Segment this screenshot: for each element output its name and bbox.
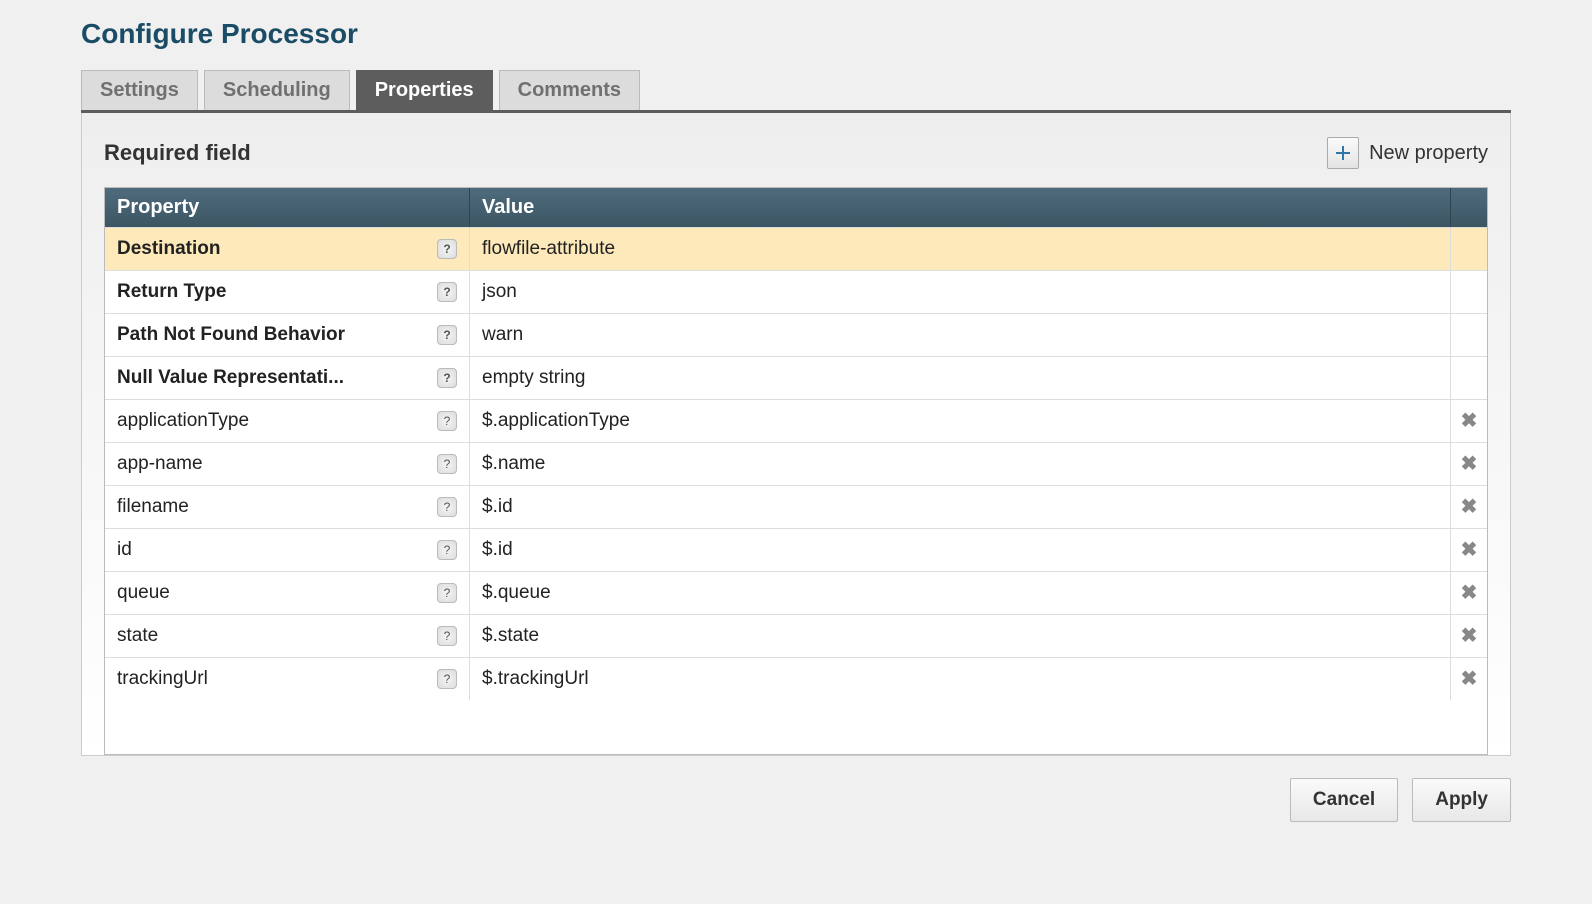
properties-panel: Required field New property Property Val… [81, 113, 1511, 756]
property-name-cell: filename ? [105, 486, 470, 528]
property-name: Null Value Representati... [117, 367, 429, 389]
column-header-property: Property [105, 188, 470, 227]
tab-bar: Settings Scheduling Properties Comments [81, 70, 1511, 113]
property-name-cell: applicationType ? [105, 400, 470, 442]
new-property-label: New property [1369, 142, 1488, 165]
new-property-button[interactable]: New property [1327, 137, 1488, 169]
property-name-cell: trackingUrl ? [105, 658, 470, 700]
help-icon[interactable]: ? [437, 239, 457, 259]
property-value-cell[interactable]: $.queue [470, 572, 1451, 614]
property-name: app-name [117, 453, 429, 475]
property-value-cell[interactable]: flowfile-attribute [470, 228, 1451, 270]
help-icon[interactable]: ? [437, 626, 457, 646]
tab-settings[interactable]: Settings [81, 70, 198, 110]
delete-icon[interactable]: ✖ [1461, 454, 1478, 474]
help-icon[interactable]: ? [437, 282, 457, 302]
tab-scheduling[interactable]: Scheduling [204, 70, 350, 110]
property-action-cell: ✖ [1451, 572, 1487, 614]
delete-icon[interactable]: ✖ [1461, 626, 1478, 646]
table-row[interactable]: id ? $.id ✖ [105, 528, 1487, 571]
delete-icon[interactable]: ✖ [1461, 540, 1478, 560]
table-row[interactable]: Path Not Found Behavior ? warn [105, 313, 1487, 356]
property-name: state [117, 625, 429, 647]
column-header-value: Value [470, 188, 1451, 227]
table-row[interactable]: state ? $.state ✖ [105, 614, 1487, 657]
table-header: Property Value [105, 188, 1487, 227]
property-action-cell [1451, 271, 1487, 313]
table-row[interactable]: applicationType ? $.applicationType ✖ [105, 399, 1487, 442]
tab-comments[interactable]: Comments [499, 70, 640, 110]
table-row[interactable]: trackingUrl ? $.trackingUrl ✖ [105, 657, 1487, 700]
table-row[interactable]: filename ? $.id ✖ [105, 485, 1487, 528]
delete-icon[interactable]: ✖ [1461, 583, 1478, 603]
property-value-cell[interactable]: $.id [470, 486, 1451, 528]
property-name-cell: queue ? [105, 572, 470, 614]
help-icon[interactable]: ? [437, 540, 457, 560]
property-action-cell: ✖ [1451, 658, 1487, 700]
property-name: Return Type [117, 281, 429, 303]
property-name: filename [117, 496, 429, 518]
column-header-actions [1451, 188, 1487, 227]
help-icon[interactable]: ? [437, 454, 457, 474]
property-value-cell[interactable]: $.state [470, 615, 1451, 657]
property-name-cell: id ? [105, 529, 470, 571]
property-name-cell: Path Not Found Behavior ? [105, 314, 470, 356]
table-row[interactable]: Return Type ? json [105, 270, 1487, 313]
table-row[interactable]: queue ? $.queue ✖ [105, 571, 1487, 614]
property-name: Path Not Found Behavior [117, 324, 429, 346]
property-name-cell: Return Type ? [105, 271, 470, 313]
property-value-cell[interactable]: json [470, 271, 1451, 313]
cancel-button[interactable]: Cancel [1290, 778, 1398, 822]
property-action-cell [1451, 314, 1487, 356]
property-name: id [117, 539, 429, 561]
help-icon[interactable]: ? [437, 583, 457, 603]
property-name: applicationType [117, 410, 429, 432]
plus-icon [1327, 137, 1359, 169]
table-row[interactable]: app-name ? $.name ✖ [105, 442, 1487, 485]
tab-properties[interactable]: Properties [356, 70, 493, 110]
panel-header: Required field New property [82, 137, 1510, 187]
property-value-cell[interactable]: warn [470, 314, 1451, 356]
property-name-cell: Null Value Representati... ? [105, 357, 470, 399]
property-value-cell[interactable]: empty string [470, 357, 1451, 399]
help-icon[interactable]: ? [437, 325, 457, 345]
help-icon[interactable]: ? [437, 669, 457, 689]
property-action-cell: ✖ [1451, 615, 1487, 657]
property-action-cell: ✖ [1451, 443, 1487, 485]
property-value-cell[interactable]: $.trackingUrl [470, 658, 1451, 700]
properties-table: Property Value Destination ? flowfile-at… [104, 187, 1488, 755]
property-name: queue [117, 582, 429, 604]
property-value-cell[interactable]: $.name [470, 443, 1451, 485]
help-icon[interactable]: ? [437, 497, 457, 517]
dialog-footer: Cancel Apply [81, 756, 1511, 832]
property-action-cell: ✖ [1451, 529, 1487, 571]
property-name-cell: state ? [105, 615, 470, 657]
property-value-cell[interactable]: $.id [470, 529, 1451, 571]
delete-icon[interactable]: ✖ [1461, 497, 1478, 517]
help-icon[interactable]: ? [437, 368, 457, 388]
property-action-cell [1451, 228, 1487, 270]
required-field-label: Required field [104, 140, 251, 166]
table-row[interactable]: Null Value Representati... ? empty strin… [105, 356, 1487, 399]
table-row[interactable]: Destination ? flowfile-attribute [105, 227, 1487, 270]
delete-icon[interactable]: ✖ [1461, 669, 1478, 689]
delete-icon[interactable]: ✖ [1461, 411, 1478, 431]
property-action-cell: ✖ [1451, 400, 1487, 442]
property-name: Destination [117, 238, 429, 260]
property-name: trackingUrl [117, 668, 429, 690]
property-value-cell[interactable]: $.applicationType [470, 400, 1451, 442]
table-body: Destination ? flowfile-attribute Return … [105, 227, 1487, 754]
configure-processor-dialog: Configure Processor Settings Scheduling … [81, 18, 1511, 832]
property-action-cell [1451, 357, 1487, 399]
property-name-cell: app-name ? [105, 443, 470, 485]
dialog-title: Configure Processor [81, 18, 1511, 50]
property-name-cell: Destination ? [105, 228, 470, 270]
help-icon[interactable]: ? [437, 411, 457, 431]
property-action-cell: ✖ [1451, 486, 1487, 528]
apply-button[interactable]: Apply [1412, 778, 1511, 822]
